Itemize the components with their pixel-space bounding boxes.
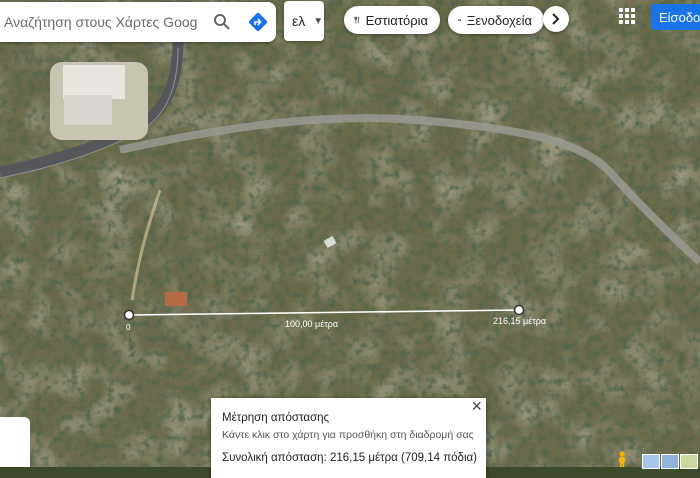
search-input[interactable] <box>0 2 204 42</box>
signin-button[interactable]: Είσοδο <box>651 4 700 30</box>
chevron-down-icon: ▼ <box>313 16 323 27</box>
building-roof <box>63 65 125 99</box>
measure-title: Μέτρηση απόστασης <box>222 412 329 424</box>
chevron-right-icon <box>552 13 560 25</box>
satellite-map[interactable]: 0 100,00 μέτρα 216,15 μέτρα <box>0 0 700 467</box>
search-box <box>0 2 276 42</box>
measure-start-point[interactable] <box>125 311 134 320</box>
chip-restaurants[interactable]: Εστιατόρια <box>344 6 440 34</box>
close-icon[interactable]: × <box>471 397 482 415</box>
language-label: ελ <box>292 13 305 29</box>
search-icon[interactable] <box>204 2 240 42</box>
measure-end-label: 216,15 μέτρα <box>493 316 546 326</box>
measure-distance-panel: Μέτρηση απόστασης Κάντε κλικ στο χάρτη γ… <box>211 398 486 478</box>
measure-mid-label: 100,00 μέτρα <box>285 319 338 329</box>
chips-next-button[interactable] <box>543 6 569 32</box>
chip-hotels[interactable]: Ξενοδοχεία <box>448 6 544 34</box>
measure-total-distance: Συνολική απόσταση: 216,15 μέτρα (709,14 … <box>222 452 477 464</box>
layers-control[interactable] <box>0 417 30 467</box>
language-selector[interactable]: ελ ▼ <box>284 1 324 41</box>
restaurant-icon <box>354 13 360 27</box>
chip-label: Εστιατόρια <box>366 13 440 28</box>
measure-end-point[interactable] <box>515 306 524 315</box>
measure-hint: Κάντε κλικ στο χάρτη για προσθήκη στη δι… <box>222 429 474 441</box>
pegman-icon[interactable] <box>616 451 628 467</box>
apps-grid-icon[interactable] <box>619 8 635 24</box>
directions-icon[interactable] <box>240 2 276 42</box>
measure-start-label: 0 <box>126 323 131 332</box>
small-house <box>165 292 187 306</box>
hotel-icon <box>458 14 461 26</box>
layer-thumbnails <box>640 454 700 467</box>
signin-label: Είσοδο <box>659 10 700 25</box>
chip-label: Ξενοδοχεία <box>467 13 544 28</box>
building-wing <box>64 95 112 125</box>
